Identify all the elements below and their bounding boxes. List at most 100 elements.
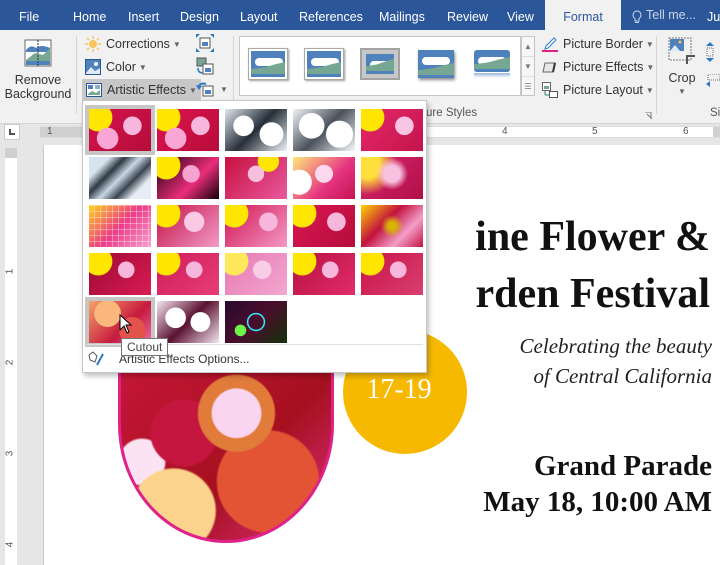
effect-thumbnail: [225, 205, 287, 247]
picture-style-1[interactable]: [248, 48, 288, 80]
tab-view[interactable]: View: [507, 0, 534, 30]
effect-thumbnail: [157, 253, 219, 295]
pen-icon: [542, 37, 558, 52]
artistic-effects-menu: Artistic Effects Options...: [82, 100, 427, 373]
picture-style-2[interactable]: [304, 48, 344, 80]
artistic-effects-icon: [86, 83, 102, 97]
effect-glow-diffused[interactable]: [293, 157, 355, 199]
gallery-scrollbar[interactable]: ▲ ▼ ☰: [521, 36, 535, 96]
effect-plastic-wrap[interactable]: [361, 253, 423, 295]
remove-background-button[interactable]: Remove Background: [4, 36, 72, 106]
tab-home[interactable]: Home: [73, 0, 106, 30]
tab-design[interactable]: Design: [180, 0, 219, 30]
effect-thumbnail: [361, 253, 423, 295]
color-button[interactable]: Color ▼: [85, 57, 147, 77]
gallery-scroll-down[interactable]: ▼: [522, 57, 534, 77]
ruler-number: 3: [4, 450, 16, 457]
change-picture-icon[interactable]: [196, 57, 214, 75]
crop-label: Crop: [668, 71, 696, 85]
picture-layout-button[interactable]: Picture Layout ▼: [542, 80, 654, 100]
effect-paint-brush[interactable]: [225, 157, 287, 199]
paint-brush-icon: [88, 351, 104, 366]
tab-review[interactable]: Review: [447, 0, 488, 30]
effect-thumbnail: [89, 109, 151, 151]
chevron-down-icon: ▼: [645, 85, 654, 95]
effect-none[interactable]: [85, 105, 155, 155]
chevron-down-icon: ▼: [645, 39, 654, 49]
picture-color-icon: [85, 59, 101, 75]
reset-picture-button[interactable]: ▼: [196, 80, 228, 98]
date-range-text: 17-19: [366, 374, 432, 405]
remove-background-icon: [24, 39, 52, 67]
effect-tooltip: Cutout: [121, 338, 169, 356]
tab-format[interactable]: Format: [545, 0, 621, 30]
effect-light-screen[interactable]: [89, 205, 151, 247]
effect-thumbnail: [225, 301, 287, 343]
tab-selector[interactable]: [4, 124, 20, 140]
color-label: Color: [106, 60, 136, 74]
user-name[interactable]: Ju: [707, 0, 720, 30]
chevron-down-icon: ▼: [220, 84, 228, 94]
effect-thumbnail: [293, 205, 355, 247]
effect-pencil-grayscale[interactable]: [225, 109, 287, 151]
crop-button[interactable]: Crop ▼: [664, 36, 700, 100]
event-time: May 18, 10:00 AM: [483, 486, 712, 518]
shape-width-icon[interactable]: [706, 74, 720, 88]
compress-pictures-icon[interactable]: [196, 34, 214, 52]
ruler-number: 1: [4, 268, 16, 275]
picture-effects-button[interactable]: Picture Effects ▼: [542, 57, 654, 77]
title-line-2: rden Festival: [475, 271, 710, 317]
picture-effects-label: Picture Effects: [563, 60, 644, 74]
picture-border-button[interactable]: Picture Border ▼: [542, 34, 654, 54]
effect-thumbnail: [361, 157, 423, 199]
vertical-ruler[interactable]: 1 2 3 4: [4, 148, 17, 565]
remove-background-label: Remove: [14, 73, 62, 87]
ruler-number: 2: [4, 359, 16, 366]
effect-glass[interactable]: [361, 205, 423, 247]
shape-height-icon[interactable]: [706, 42, 720, 62]
effect-film-grain[interactable]: [225, 205, 287, 247]
picture-styles-group-label: ure Styles: [426, 107, 478, 119]
effect-mosaic-bubbles[interactable]: [293, 205, 355, 247]
effect-thumbnail: [361, 109, 423, 151]
picture-style-4[interactable]: [416, 48, 456, 80]
effect-cement[interactable]: [89, 253, 151, 295]
effect-texturizer[interactable]: [157, 253, 219, 295]
picture-style-3[interactable]: [360, 48, 400, 80]
crop-icon: [668, 37, 695, 64]
effect-thumbnail: [293, 253, 355, 295]
effect-watercolor-sponge[interactable]: [157, 205, 219, 247]
effect-thumbnail: [89, 253, 151, 295]
event-name: Grand Parade: [533, 450, 712, 482]
effect-pastels-smooth[interactable]: [293, 253, 355, 295]
effect-line-drawing[interactable]: [361, 109, 423, 151]
artistic-effects-button[interactable]: Artistic Effects ▼: [82, 79, 201, 101]
gallery-more-button[interactable]: ☰: [522, 77, 534, 97]
effect-thumbnail: [361, 205, 423, 247]
tab-insert[interactable]: Insert: [128, 0, 159, 30]
tell-me-box[interactable]: Tell me...: [632, 0, 696, 30]
picture-style-5[interactable]: [472, 48, 512, 80]
tab-references[interactable]: References: [299, 0, 363, 30]
effect-marker[interactable]: [157, 109, 219, 151]
effect-blur[interactable]: [361, 157, 423, 199]
effect-chalk-sketch[interactable]: [89, 157, 151, 199]
effect-glow-edges[interactable]: [225, 301, 287, 343]
effect-thumbnail: [293, 157, 355, 199]
gallery-scroll-up[interactable]: ▲: [522, 37, 534, 57]
tab-file[interactable]: File: [19, 0, 39, 30]
subtitle-line-2: of Central California: [533, 364, 712, 388]
dialog-launcher-icon[interactable]: [645, 112, 653, 120]
effect-crisscross-etching[interactable]: [225, 253, 287, 295]
tell-me-label: Tell me...: [646, 8, 697, 22]
corrections-button[interactable]: Corrections ▼: [85, 34, 181, 54]
ribbon-tab-bar: File Home Insert Design Layout Reference…: [0, 0, 720, 30]
chevron-down-icon: ▼: [138, 62, 147, 72]
chevron-down-icon: ▼: [678, 87, 686, 96]
effect-paint-strokes[interactable]: [157, 157, 219, 199]
effect-thumbnail: [225, 253, 287, 295]
effect-pencil-sketch[interactable]: [293, 109, 355, 151]
effect-photocopy[interactable]: [157, 301, 219, 343]
tab-layout[interactable]: Layout: [240, 0, 278, 30]
tab-mailings[interactable]: Mailings: [379, 0, 425, 30]
